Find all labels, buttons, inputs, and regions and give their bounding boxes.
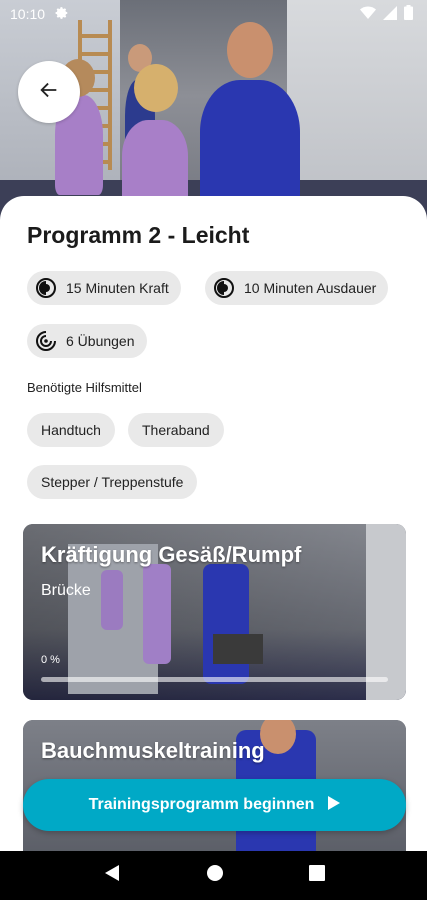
back-button[interactable] (18, 61, 80, 123)
chip-label: Stepper / Treppenstufe (41, 474, 184, 490)
chip-label: 15 Minuten Kraft (66, 280, 169, 296)
card-subtitle: Brücke (41, 582, 91, 599)
wifi-icon (360, 6, 376, 23)
progress-label: 0 % (41, 654, 60, 666)
chip-label: Theraband (142, 422, 210, 438)
status-bar: 10:10 (0, 0, 427, 28)
spiral-icon (35, 330, 57, 352)
half-moon-icon (35, 277, 57, 299)
nav-home-icon[interactable] (206, 864, 224, 887)
status-time: 10:10 (10, 6, 46, 22)
chip-strength-duration: 15 Minuten Kraft (27, 271, 181, 305)
nav-back-icon[interactable] (103, 864, 121, 887)
equipment-chip-stepper: Stepper / Treppenstufe (27, 465, 198, 499)
play-icon (328, 795, 341, 815)
chip-endurance-duration: 10 Minuten Ausdauer (205, 271, 389, 305)
nav-recents-icon[interactable] (308, 865, 325, 886)
chip-exercise-count: 6 Übungen (27, 324, 147, 358)
exercise-card[interactable]: Kräftigung Gesäß/Rumpf Brücke 0 % (23, 524, 406, 700)
chip-label: Handtuch (41, 422, 101, 438)
program-sheet: Programm 2 - Leicht 15 Minuten Kraft 10 … (0, 196, 427, 851)
chip-label: 6 Übungen (66, 333, 135, 349)
equipment-heading: Benötigte Hilfsmittel (27, 380, 142, 395)
battery-icon (404, 5, 413, 23)
system-nav-bar (0, 851, 427, 900)
start-program-button[interactable]: Trainingsprogramm beginnen (23, 779, 406, 831)
equipment-chip-theraband: Theraband (128, 413, 224, 447)
card-title: Bauchmuskeltraining (41, 738, 265, 763)
half-moon-icon (213, 277, 235, 299)
equipment-chip-towel: Handtuch (27, 413, 115, 447)
arrow-left-icon (38, 79, 60, 106)
settings-icon (55, 6, 69, 23)
chip-label: 10 Minuten Ausdauer (244, 280, 377, 296)
start-program-label: Trainingsprogramm beginnen (88, 796, 315, 813)
signal-icon (383, 5, 397, 23)
page-title: Programm 2 - Leicht (27, 222, 250, 248)
progress-bar (41, 677, 388, 682)
card-title: Kräftigung Gesäß/Rumpf (41, 542, 302, 567)
